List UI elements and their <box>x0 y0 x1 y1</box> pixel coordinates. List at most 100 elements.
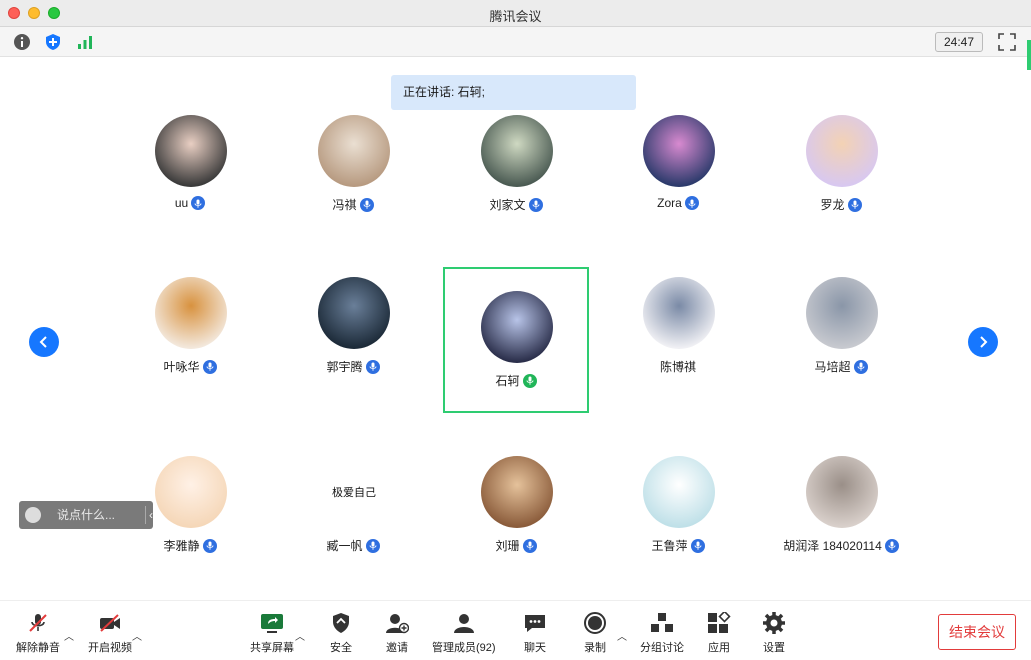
participant-tile[interactable]: 叶咏华 <box>117 265 263 411</box>
participant-avatar <box>481 456 553 528</box>
chat-label: 聊天 <box>524 642 546 654</box>
signal-strength-icon[interactable] <box>75 32 95 52</box>
mic-icon <box>684 196 699 210</box>
participant-avatar <box>643 277 715 349</box>
members-icon <box>451 611 477 635</box>
participant-name: 陈博祺 <box>659 360 696 374</box>
title-bar: 腾讯会议 <box>0 0 1031 27</box>
participant-tile[interactable]: 冯祺 <box>280 103 426 249</box>
meeting-window: 腾讯会议 24:47 正在讲话: 石轲; uu 冯祺 刘家文 Zora 罗龙 叶咏华 郭宇腾… <box>0 0 1031 660</box>
record-button[interactable]: 录制 <box>582 611 608 655</box>
participant-avatar: 极爱自己 <box>318 456 390 528</box>
security-shield-icon <box>328 611 354 635</box>
participant-avatar <box>643 115 715 187</box>
mic-icon <box>690 538 705 553</box>
emoji-icon[interactable] <box>25 507 41 523</box>
participant-tile[interactable]: 陈博祺 <box>605 265 751 411</box>
participant-name: Zora <box>657 196 682 210</box>
bottom-toolbar: 解除静音 ︿ 开启视频 ︿ 共享屏幕 ︿ 安全 邀请 管理成员(92) 聊天 录… <box>0 600 1031 660</box>
share-options-chevron-icon[interactable]: ︿ <box>295 628 305 643</box>
participant-name: 刘珊 <box>495 539 520 553</box>
add-user-icon <box>384 611 410 635</box>
apps-button[interactable]: 应用 <box>706 611 732 655</box>
participant-name-line: 臧一帆 <box>280 537 426 554</box>
manage-members-label: 管理成员(92) <box>432 642 496 654</box>
participant-name: 郭宇腾 <box>326 360 363 374</box>
participant-avatar <box>806 456 878 528</box>
participant-avatar <box>318 115 390 187</box>
window-title: 腾讯会议 <box>489 9 542 24</box>
participant-avatar <box>155 115 227 187</box>
chat-divider <box>145 506 146 524</box>
unmute-button[interactable]: 解除静音 <box>16 611 60 655</box>
participant-name: 石轲 <box>495 374 520 388</box>
settings-label: 设置 <box>763 642 785 654</box>
start-video-button[interactable]: 开启视频 <box>88 611 132 655</box>
collapse-chat-button[interactable]: ‹ <box>149 501 153 529</box>
security-button[interactable]: 安全 <box>328 611 354 655</box>
share-screen-button[interactable]: 共享屏幕 <box>250 611 294 655</box>
participant-tile[interactable]: 极爱自己 臧一帆 <box>280 444 426 590</box>
participant-name-line: uu <box>117 196 263 210</box>
audio-options-chevron-icon[interactable]: ︿ <box>64 628 74 643</box>
mic-icon <box>847 197 862 212</box>
participant-name: 马培超 <box>814 360 851 374</box>
invite-button[interactable]: 邀请 <box>384 611 410 655</box>
mic-icon <box>202 538 217 553</box>
participant-tile[interactable]: 石轲 <box>443 267 589 413</box>
breakout-grid-icon <box>649 611 675 635</box>
window-edge-indicator <box>1027 40 1031 70</box>
participant-tile[interactable]: 马培超 <box>768 265 914 411</box>
avatar-text-image: 极爱自己 <box>332 486 376 499</box>
participant-name-line: 陈博祺 <box>605 358 751 375</box>
chat-placeholder[interactable]: 说点什么... <box>57 501 115 529</box>
info-icon[interactable] <box>12 32 32 52</box>
end-meeting-button[interactable]: 结束会议 <box>938 614 1016 650</box>
participant-name-line: 郭宇腾 <box>280 358 426 375</box>
participant-name-line: 罗龙 <box>768 196 914 213</box>
participant-avatar <box>643 456 715 528</box>
participant-tile[interactable]: 刘家文 <box>443 103 589 249</box>
participant-tile[interactable]: uu <box>117 103 263 249</box>
mic-icon <box>365 538 380 553</box>
participant-name: 王鲁萍 <box>651 539 688 553</box>
participant-tile[interactable]: 郭宇腾 <box>280 265 426 411</box>
record-icon <box>582 611 608 635</box>
participant-name-line: 石轲 <box>445 372 587 389</box>
manage-members-button[interactable]: 管理成员(92) <box>432 611 496 655</box>
breakout-rooms-label: 分组讨论 <box>640 642 684 654</box>
participant-name-line: 叶咏华 <box>117 358 263 375</box>
participant-name: uu <box>174 196 189 210</box>
breakout-rooms-button[interactable]: 分组讨论 <box>640 611 684 655</box>
gear-icon <box>761 611 787 635</box>
participant-tile[interactable]: Zora <box>605 103 751 249</box>
mic-icon <box>884 538 899 553</box>
mic-icon <box>191 196 206 210</box>
chat-button[interactable]: 聊天 <box>522 611 548 655</box>
start-video-label: 开启视频 <box>88 642 132 654</box>
chat-bubble-icon <box>522 611 548 635</box>
participant-avatar <box>806 277 878 349</box>
participant-tile[interactable]: 胡润泽 184020114 <box>768 444 914 590</box>
mic-icon <box>853 359 868 374</box>
mic-icon <box>365 359 380 374</box>
share-screen-icon <box>259 611 285 635</box>
speaking-mic-icon <box>522 373 537 388</box>
fullscreen-icon[interactable] <box>998 33 1016 51</box>
shield-icon[interactable] <box>43 32 63 52</box>
next-page-button[interactable] <box>968 327 998 357</box>
participant-avatar <box>155 277 227 349</box>
previous-page-button[interactable] <box>29 327 59 357</box>
video-options-chevron-icon[interactable]: ︿ <box>132 628 142 643</box>
participant-name-line: 刘家文 <box>443 196 589 213</box>
participant-name: 刘家文 <box>489 198 526 212</box>
participant-name-line: Zora <box>605 196 751 210</box>
participant-tile[interactable]: 刘珊 <box>443 444 589 590</box>
chat-input-bar[interactable]: 说点什么... ‹ <box>19 501 153 529</box>
participant-tile[interactable]: 罗龙 <box>768 103 914 249</box>
record-options-chevron-icon[interactable]: ︿ <box>617 628 627 643</box>
settings-button[interactable]: 设置 <box>761 611 787 655</box>
top-toolbar: 24:47 <box>0 27 1031 57</box>
participant-tile[interactable]: 王鲁萍 <box>605 444 751 590</box>
participant-name-line: 马培超 <box>768 358 914 375</box>
